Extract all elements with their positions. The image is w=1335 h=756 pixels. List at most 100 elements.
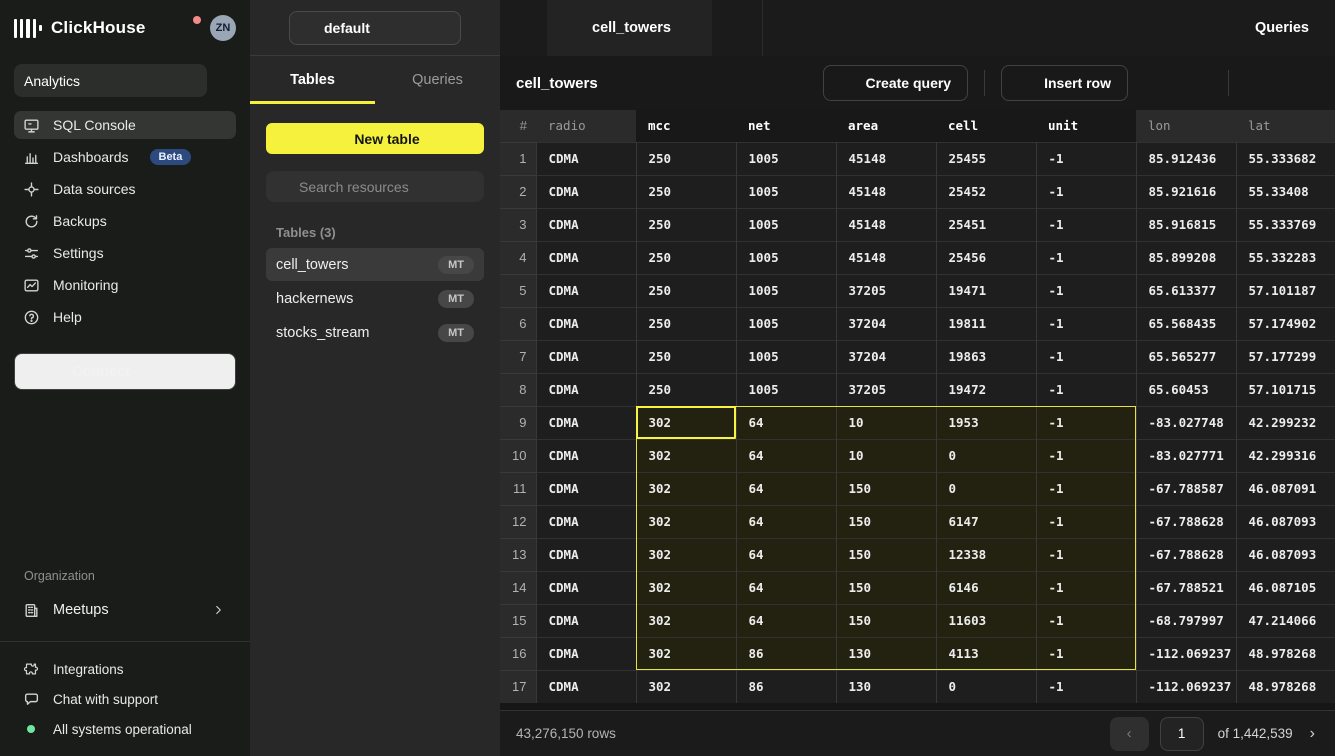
download-button[interactable] [1245,66,1279,100]
column-header-radio[interactable]: radio [536,110,636,142]
table-cell[interactable]: -1 [1036,670,1136,703]
avatar[interactable]: ZN [210,15,236,41]
table-cell[interactable]: 250 [636,175,736,208]
table-cell[interactable]: 250 [636,208,736,241]
table-cell[interactable]: 65.565277 [1136,340,1236,373]
table-cell[interactable]: 1005 [736,175,836,208]
org-item-meetups[interactable]: Meetups [14,595,236,625]
table-cell[interactable]: 64 [736,604,836,637]
table-cell[interactable]: 250 [636,142,736,175]
table-cell[interactable]: 85.916815 [1136,208,1236,241]
table-cell[interactable]: 1005 [736,142,836,175]
sidebar-footer-item-chat-with-support[interactable]: Chat with support [14,684,236,714]
table-cell[interactable]: 55.33408 [1236,175,1335,208]
table-cell[interactable]: -83.027748 [1136,406,1236,439]
table-cell[interactable]: 65.613377 [1136,274,1236,307]
table-cell[interactable]: -1 [1036,373,1136,406]
table-cell[interactable]: 19863 [936,340,1036,373]
table-cell[interactable]: 302 [636,439,736,472]
table-cell[interactable]: CDMA [536,373,636,406]
table-cell[interactable]: 25452 [936,175,1036,208]
sidebar-footer-item-all-systems-operational[interactable]: All systems operational [14,714,236,744]
database-selector[interactable]: default [289,11,461,45]
table-cell[interactable]: 150 [836,472,936,505]
table-cell[interactable]: 37204 [836,340,936,373]
table-cell[interactable]: 85.912436 [1136,142,1236,175]
table-cell[interactable]: -1 [1036,142,1136,175]
table-cell[interactable]: 64 [736,406,836,439]
table-cell[interactable]: CDMA [536,340,636,373]
table-cell[interactable]: 57.177299 [1236,340,1335,373]
sidebar-item-dashboards[interactable]: DashboardsBeta [14,143,236,171]
table-cell[interactable]: -1 [1036,274,1136,307]
table-cell[interactable]: CDMA [536,604,636,637]
table-cell[interactable]: 48.978268 [1236,670,1335,703]
table-cell[interactable]: -68.797997 [1136,604,1236,637]
table-cell[interactable]: 150 [836,604,936,637]
table-cell[interactable]: CDMA [536,472,636,505]
new-tab-button[interactable] [712,0,762,56]
sidebar-item-data-sources[interactable]: Data sources [14,175,236,203]
table-cell[interactable]: 45148 [836,241,936,274]
table-cell[interactable]: CDMA [536,274,636,307]
table-cell[interactable]: 64 [736,439,836,472]
table-cell[interactable]: 86 [736,670,836,703]
table-cell[interactable]: 130 [836,670,936,703]
table-cell[interactable]: -67.788521 [1136,571,1236,604]
table-list-item-cell-towers[interactable]: cell_towersMT [266,248,484,281]
table-cell[interactable]: 42.299316 [1236,439,1335,472]
table-cell[interactable]: 64 [736,472,836,505]
sidebar-footer-item-integrations[interactable]: Integrations [14,654,236,684]
table-cell[interactable]: -112.069237 [1136,637,1236,670]
table-cell[interactable]: -1 [1036,406,1136,439]
table-cell[interactable]: 47.214066 [1236,604,1335,637]
table-cell[interactable]: 55.332283 [1236,241,1335,274]
column-header-cell[interactable]: cell [936,110,1036,142]
table-cell[interactable]: 45148 [836,142,936,175]
collapse-panel-button[interactable] [262,19,279,37]
table-cell[interactable]: -1 [1036,505,1136,538]
table-cell[interactable]: CDMA [536,637,636,670]
table-cell[interactable]: -83.027771 [1136,439,1236,472]
table-cell[interactable]: 302 [636,538,736,571]
table-cell[interactable]: 12338 [936,538,1036,571]
tab-tables[interactable]: Tables [250,56,375,104]
table-cell[interactable]: -67.788628 [1136,505,1236,538]
table-cell[interactable]: 46.087093 [1236,505,1335,538]
table-cell[interactable]: -1 [1036,472,1136,505]
table-cell[interactable]: CDMA [536,538,636,571]
table-list-item-stocks-stream[interactable]: stocks_streamMT [266,316,484,349]
table-cell[interactable]: 10 [836,406,936,439]
table-cell[interactable]: -1 [1036,538,1136,571]
table-cell[interactable]: 250 [636,241,736,274]
queries-button[interactable]: Queries [1228,20,1309,37]
table-cell[interactable]: -1 [1036,307,1136,340]
table-cell[interactable]: 65.60453 [1136,373,1236,406]
table-cell[interactable]: 46.087093 [1236,538,1335,571]
table-cell[interactable]: 302 [636,472,736,505]
column-header-lon[interactable]: lon [1136,110,1236,142]
table-cell[interactable]: 150 [836,505,936,538]
table-cell[interactable]: 4113 [936,637,1036,670]
table-cell[interactable]: 37205 [836,274,936,307]
sidebar-item-monitoring[interactable]: Monitoring [14,271,236,299]
home-button[interactable] [500,0,547,56]
table-cell[interactable]: -1 [1036,241,1136,274]
column-header-unit[interactable]: unit [1036,110,1136,142]
table-cell[interactable]: 48.978268 [1236,637,1335,670]
table-cell[interactable]: -67.788587 [1136,472,1236,505]
table-cell[interactable]: 6147 [936,505,1036,538]
table-cell[interactable]: 302 [636,571,736,604]
table-cell[interactable]: 25455 [936,142,1036,175]
table-cell[interactable]: 0 [936,439,1036,472]
table-cell[interactable]: -1 [1036,604,1136,637]
table-cell[interactable]: CDMA [536,670,636,703]
table-cell[interactable]: 250 [636,340,736,373]
next-page-button[interactable]: › [1304,725,1321,743]
table-cell[interactable]: 19472 [936,373,1036,406]
table-cell[interactable]: CDMA [536,571,636,604]
table-cell[interactable]: 1005 [736,373,836,406]
table-cell[interactable]: -112.069237 [1136,670,1236,703]
table-cell[interactable]: 64 [736,571,836,604]
table-cell[interactable]: 10 [836,439,936,472]
